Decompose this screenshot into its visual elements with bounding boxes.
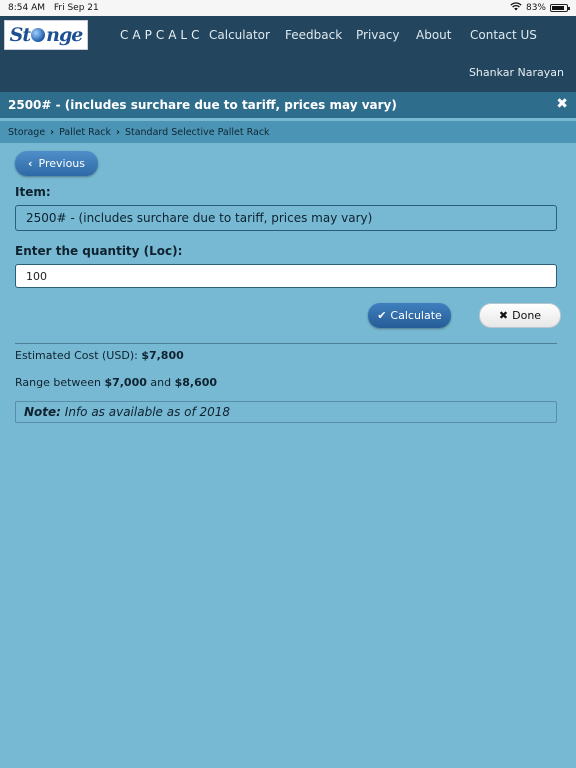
note-box: Note: Info as available as of 2018	[15, 401, 557, 423]
estimated-cost: Estimated Cost (USD): $7,800	[15, 349, 184, 362]
close-icon: ✖	[498, 309, 509, 322]
done-label: Done	[512, 309, 542, 322]
breadcrumb-standard-selective[interactable]: Standard Selective Pallet Rack	[125, 127, 270, 138]
range-high: $8,600	[174, 376, 218, 389]
nav-feedback[interactable]: Feedback	[285, 28, 342, 42]
calculate-button[interactable]: ✔ Calculate	[368, 303, 451, 328]
app-header: St nge CAPCALC Calculator Feedback Privac…	[0, 16, 576, 92]
nav-contact[interactable]: Contact US	[470, 28, 537, 42]
chevron-left-icon: ‹	[27, 157, 33, 170]
chevron-right-icon: ›	[116, 126, 120, 138]
calculate-label: Calculate	[390, 309, 442, 322]
chevron-right-icon: ›	[50, 126, 55, 138]
done-button[interactable]: ✖ Done	[479, 303, 561, 328]
breadcrumb: Storage › Pallet Rack › Standard Selecti…	[0, 121, 576, 143]
range-label: Range between	[15, 376, 101, 389]
estimated-cost-value: $7,800	[141, 349, 184, 362]
cost-range: Range between $7,000 and $8,600	[15, 376, 217, 389]
wifi-icon	[510, 2, 522, 14]
main-nav: CAPCALC	[120, 28, 217, 42]
item-label: Item:	[15, 185, 51, 199]
item-field: 2500# - (includes surchare due to tariff…	[15, 205, 557, 231]
divider	[15, 343, 557, 344]
range-low: $7,000	[104, 376, 147, 389]
item-title: 2500# - (includes surchare due to tariff…	[8, 98, 397, 112]
brand-title: CAPCALC	[120, 28, 204, 42]
battery-percent: 83%	[525, 3, 546, 13]
quantity-value: 100	[26, 269, 47, 283]
nav-calculator[interactable]: Calculator	[209, 28, 270, 42]
check-icon: ✔	[377, 309, 387, 322]
status-time: 8:54 AM	[8, 3, 45, 13]
item-value: 2500# - (includes surchare due to tariff…	[26, 211, 373, 225]
breadcrumb-storage[interactable]: Storage	[8, 127, 45, 138]
quantity-label: Enter the quantity (Loc):	[15, 244, 183, 258]
stonge-logo[interactable]: St nge	[4, 20, 88, 50]
quantity-input[interactable]: 100	[15, 264, 557, 288]
previous-label: Previous	[38, 157, 86, 170]
close-icon[interactable]: ✖	[556, 96, 568, 112]
status-date: Fri Sep 21	[53, 3, 99, 13]
previous-button[interactable]: ‹ Previous	[15, 151, 98, 176]
range-and: and	[150, 376, 172, 389]
nav-about[interactable]: About	[416, 28, 451, 42]
item-title-bar: 2500# - (includes surchare due to tariff…	[0, 92, 576, 118]
estimated-cost-label: Estimated Cost (USD):	[15, 349, 138, 362]
note-label: Note:	[24, 405, 61, 419]
battery-icon	[550, 4, 570, 12]
nav-privacy[interactable]: Privacy	[356, 28, 399, 42]
note-text: Info as available as of 2018	[64, 405, 231, 419]
breadcrumb-pallet-rack[interactable]: Pallet Rack	[59, 127, 111, 138]
user-name[interactable]: Shankar Narayan	[469, 66, 564, 79]
status-bar: 8:54 AM Fri Sep 21 83%	[0, 0, 576, 16]
